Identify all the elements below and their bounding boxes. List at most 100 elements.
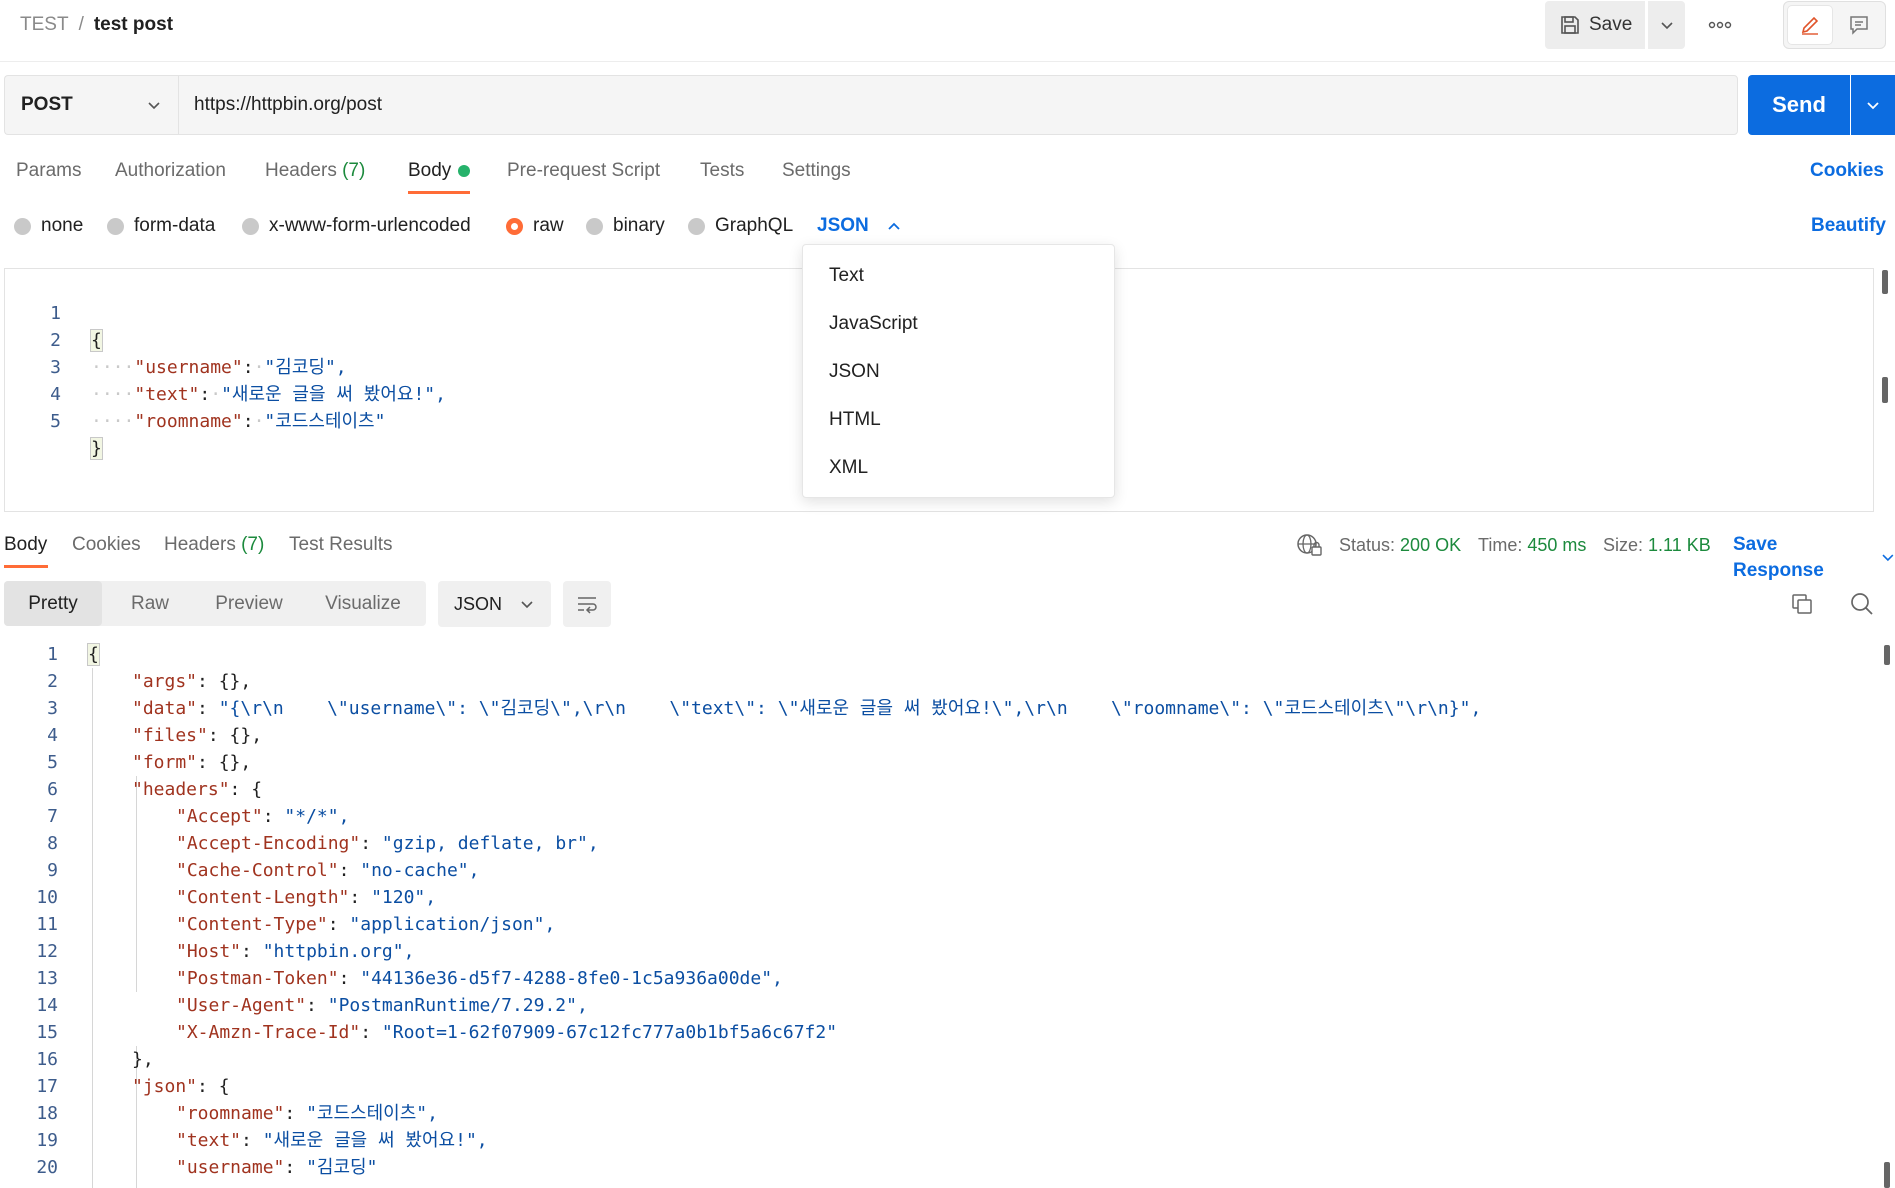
request-editor-scrollbar[interactable]: [1882, 377, 1888, 403]
wrap-lines-button[interactable]: [563, 581, 611, 627]
comments-button[interactable]: [1837, 6, 1881, 44]
code-line: 17 "json": {: [0, 1073, 1870, 1100]
response-body-viewer[interactable]: 1{ 2 "args": {}, 3 "data": "{\r\n \"userna…: [0, 641, 1880, 1188]
tab-authorization[interactable]: Authorization: [115, 158, 226, 184]
url-input[interactable]: https://httpbin.org/post: [178, 75, 1738, 135]
radio-binary[interactable]: binary: [586, 213, 665, 239]
response-format-label: JSON: [454, 593, 503, 614]
json-key: "json": [132, 1076, 198, 1097]
tab-params[interactable]: Params: [16, 158, 81, 184]
breadcrumb-collection[interactable]: TEST: [20, 14, 69, 35]
format-option-json[interactable]: JSON: [829, 359, 880, 385]
format-option-xml[interactable]: XML: [829, 455, 868, 481]
line-code: "Host": "httpbin.org",: [176, 941, 415, 962]
code-value: }: [90, 437, 103, 460]
json-key: "username": [176, 1157, 285, 1178]
wrap-text-icon: [578, 597, 597, 614]
breadcrumb-request-name[interactable]: test post: [94, 14, 173, 35]
body-format-dropdown: Text JavaScript JSON HTML XML: [802, 244, 1115, 498]
tab-body[interactable]: Body: [408, 158, 451, 184]
edit-mode-button[interactable]: [1788, 6, 1832, 44]
format-option-text[interactable]: Text: [829, 263, 864, 289]
send-options-dropdown[interactable]: [1851, 75, 1895, 135]
response-view-modes: Pretty Raw Preview Visualize: [4, 581, 426, 626]
code-line: 15 "X-Amzn-Trace-Id": "Root=1-62f07909-67…: [0, 1019, 1870, 1046]
search-button[interactable]: [1844, 588, 1880, 620]
beautify-button[interactable]: Beautify: [1811, 213, 1886, 239]
json-value: "PostmanRuntime/7.29.2",: [327, 995, 588, 1016]
line-code: "json": {: [132, 1076, 230, 1097]
code-line: 18 "roomname": "코드스테이츠",: [0, 1100, 1870, 1127]
code-line: 11 "Content-Type": "application/json",: [0, 911, 1870, 938]
save-response-label: Save Response: [1733, 534, 1824, 581]
format-option-javascript[interactable]: JavaScript: [829, 311, 918, 337]
chevron-down-icon: [521, 601, 533, 609]
tab-settings[interactable]: Settings: [782, 158, 851, 184]
time-value: 450 ms: [1527, 535, 1587, 555]
radio-circle: [242, 217, 259, 235]
response-tab-cookies[interactable]: Cookies: [72, 532, 141, 558]
code-line: 14 "User-Agent": "PostmanRuntime/7.29.2",: [0, 992, 1870, 1019]
tab-headers-count: (7): [342, 160, 366, 181]
code-line: 19 "text": "새로운 글을 써 봤어요!",: [0, 1127, 1870, 1154]
chevron-down-icon: [1660, 22, 1673, 30]
response-format-select[interactable]: JSON: [438, 581, 551, 627]
radio-circle: [586, 217, 603, 235]
response-tab-headers[interactable]: Headers (7): [164, 532, 264, 558]
json-value: "코드스테이츠",: [306, 1103, 438, 1124]
tab-pre-request-script[interactable]: Pre-request Script: [507, 158, 660, 184]
more-actions-button[interactable]: [1700, 1, 1740, 49]
copy-icon: [1792, 594, 1812, 614]
radio-raw[interactable]: raw: [506, 213, 564, 239]
breadcrumb: TEST / test post: [20, 12, 173, 38]
view-raw[interactable]: Raw: [102, 581, 198, 626]
breadcrumb-separator: /: [78, 14, 84, 35]
code-line: 12 "Host": "httpbin.org",: [0, 938, 1870, 965]
radio-none[interactable]: none: [14, 213, 83, 239]
copy-button[interactable]: [1786, 588, 1818, 620]
radio-x-www-form-urlencoded[interactable]: x-www-form-urlencoded: [242, 213, 471, 239]
chevron-down-icon: [1882, 554, 1894, 562]
globe-lock-icon[interactable]: [1296, 533, 1322, 562]
json-value: "{\r\n \"username\": \"김코딩\",\r\n \"text…: [218, 698, 1482, 719]
view-visualize[interactable]: Visualize: [300, 581, 426, 626]
response-status: Status: 200 OK: [1339, 532, 1461, 558]
save-button[interactable]: Save: [1545, 1, 1645, 49]
cookies-link[interactable]: Cookies: [1810, 158, 1884, 184]
body-format-select[interactable]: JSON: [817, 213, 901, 239]
line-code: "Cache-Control": "no-cache",: [176, 860, 480, 881]
line-code: "Accept-Encoding": "gzip, deflate, br",: [176, 833, 599, 854]
json-key: "Content-Length": [176, 887, 350, 908]
body-modified-indicator: [458, 165, 470, 177]
line-number: 1: [47, 644, 58, 665]
tab-headers[interactable]: Headers (7): [265, 158, 365, 184]
save-options-dropdown[interactable]: [1648, 1, 1685, 49]
line-number: 2: [47, 671, 58, 692]
method-select[interactable]: POST: [4, 75, 178, 135]
view-preview[interactable]: Preview: [198, 581, 300, 626]
response-viewer-scrollbar[interactable]: [1884, 1162, 1890, 1188]
comment-icon: [1850, 16, 1868, 35]
send-button[interactable]: Send: [1748, 75, 1850, 135]
format-option-html[interactable]: HTML: [829, 407, 881, 433]
tab-tests[interactable]: Tests: [700, 158, 744, 184]
json-key: "text": [176, 1130, 242, 1151]
json-key: "files": [132, 725, 208, 746]
view-pretty[interactable]: Pretty: [4, 581, 102, 626]
save-button-label: Save: [1589, 14, 1633, 35]
save-response-button[interactable]: Save Response: [1733, 532, 1895, 584]
radio-graphql[interactable]: GraphQL: [688, 213, 793, 239]
json-key: "args": [132, 671, 198, 692]
response-viewer-scrollbar[interactable]: [1884, 645, 1890, 665]
response-tab-test-results[interactable]: Test Results: [289, 532, 392, 558]
line-code: },: [132, 1046, 154, 1073]
json-key: "User-Agent": [176, 995, 307, 1016]
response-tab-body[interactable]: Body: [4, 532, 47, 558]
line-number: 4: [47, 725, 58, 746]
json-key: "Cache-Control": [176, 860, 339, 881]
request-editor-scrollbar[interactable]: [1882, 270, 1888, 294]
radio-circle: [14, 217, 31, 235]
line-number: 6: [47, 779, 58, 800]
radio-form-data[interactable]: form-data: [107, 213, 215, 239]
line-number: 10: [36, 887, 58, 908]
